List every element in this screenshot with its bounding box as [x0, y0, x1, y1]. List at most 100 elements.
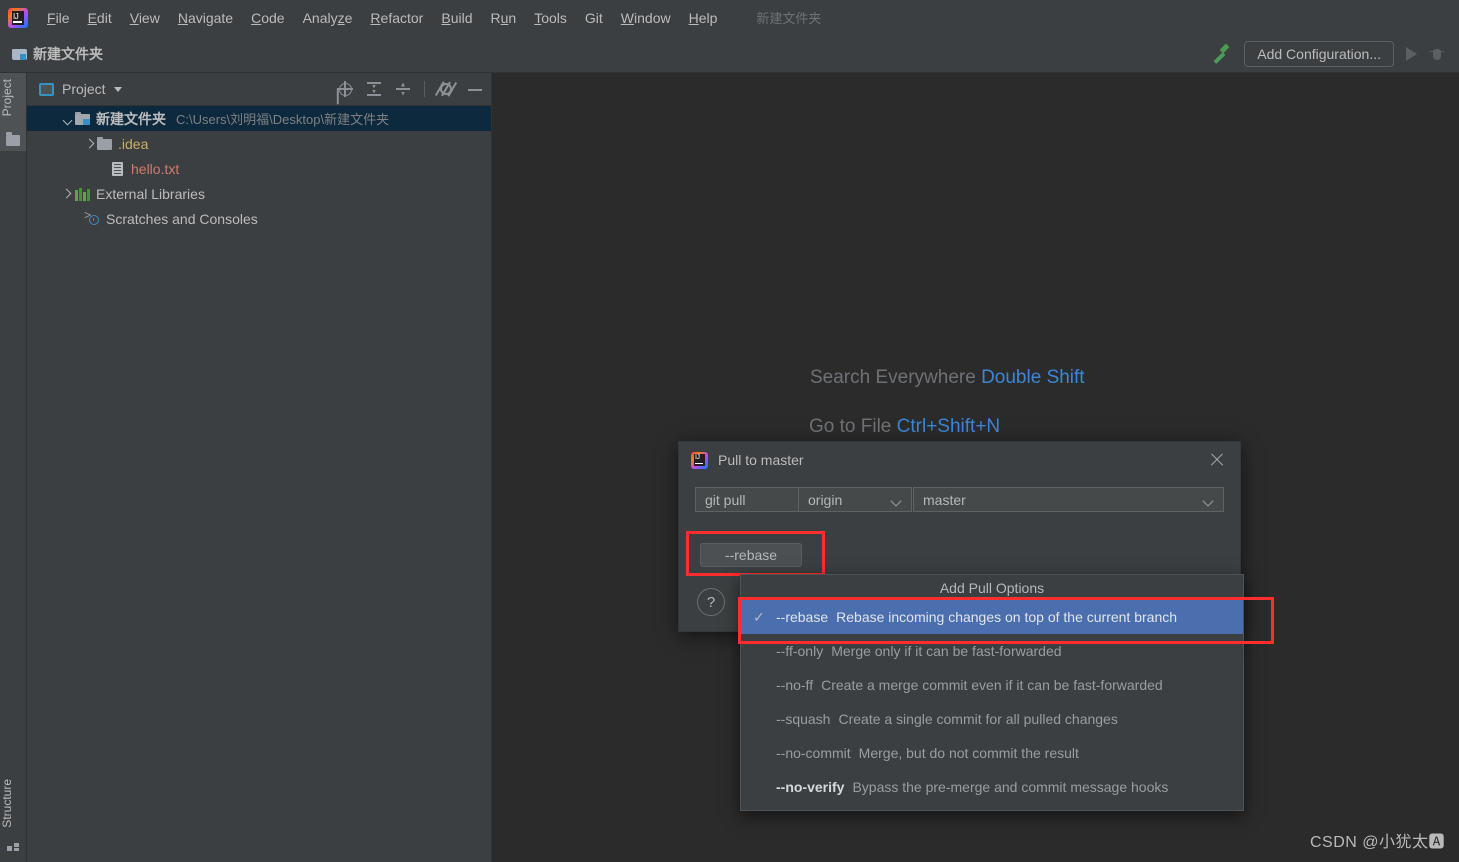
menu-item-view[interactable]: View — [121, 6, 169, 30]
window-title: 新建文件夹 — [756, 11, 822, 26]
chevron-right-icon[interactable] — [60, 187, 74, 201]
tool-window-button-structure-label: Structure — [0, 779, 14, 828]
scratches-icon — [84, 209, 100, 226]
pull-option-description: Merge, but do not commit the result — [858, 745, 1079, 761]
shortcut-action-label: Search Everywhere — [810, 367, 976, 388]
chevron-right-icon[interactable] — [83, 137, 97, 151]
collapse-all-icon[interactable] — [395, 81, 411, 97]
dialog-title-bar: Pull to master — [679, 442, 1240, 478]
minus-icon[interactable] — [467, 81, 483, 97]
toolbar-divider — [424, 81, 425, 97]
check-icon: ✓ — [753, 608, 765, 625]
toolbar-right: Add Configuration... — [1210, 40, 1459, 67]
expand-all-icon[interactable] — [366, 81, 382, 97]
tree-row[interactable]: External Libraries — [27, 181, 491, 206]
shortcut-key-label: Double Shift — [981, 367, 1085, 388]
pull-options-list: ✓ --rebase Rebase incoming changes on to… — [741, 600, 1243, 810]
pull-option-item-ff-only[interactable]: --ff-only Merge only if it can be fast-f… — [741, 634, 1243, 668]
project-panel-header: Project — [27, 73, 491, 106]
menu-item-analyze[interactable]: Analyze — [294, 6, 362, 30]
project-tool-window: Project 新建文件夹 C:\Users\刘明福\Desktop\新建文件夹… — [27, 73, 492, 862]
menu-item-refactor[interactable]: Refactor — [361, 6, 432, 30]
watermark: CSDN @小犹太🅰 — [1309, 834, 1445, 851]
remote-select[interactable]: origin — [798, 487, 912, 512]
pull-option-flag: --no-commit — [776, 745, 851, 761]
pull-option-description: Create a single commit for all pulled ch… — [838, 711, 1118, 727]
tree-item-path: C:\Users\刘明福\Desktop\新建文件夹 — [176, 112, 390, 127]
tree-item-label: .idea — [118, 135, 149, 152]
left-tool-strip: Project Structure — [0, 73, 27, 862]
branch-select[interactable]: master — [913, 487, 1224, 512]
menu-item-file[interactable]: File — [38, 6, 79, 30]
tree-row[interactable]: hello.txt — [27, 156, 491, 181]
build-hammer-icon[interactable] — [1210, 43, 1232, 65]
pull-option-flag: --squash — [776, 711, 831, 727]
close-icon[interactable] — [1208, 451, 1226, 469]
folder-icon — [6, 132, 20, 146]
add-pull-options-popup: Add Pull Options ✓ --rebase Rebase incom… — [740, 574, 1244, 811]
chevron-down-icon[interactable] — [61, 112, 75, 126]
intellij-logo-icon — [8, 7, 28, 28]
pull-option-item-squash[interactable]: --squash Create a single commit for all … — [741, 702, 1243, 736]
menu-item-build[interactable]: Build — [432, 6, 481, 30]
menu-item-window[interactable]: Window — [612, 6, 680, 30]
pull-option-description: Rebase incoming changes on top of the cu… — [836, 609, 1178, 625]
pull-option-flag: --rebase — [776, 609, 829, 625]
pull-option-description: Bypass the pre-merge and commit message … — [852, 779, 1169, 795]
menu-item-run[interactable]: Run — [482, 6, 526, 30]
menu-item-help[interactable]: Help — [680, 6, 727, 30]
menu-item-edit[interactable]: Edit — [79, 6, 121, 30]
remote-select-value: origin — [808, 491, 843, 508]
pull-option-flag: --no-verify — [776, 779, 845, 795]
project-panel-toolbar — [337, 81, 483, 97]
pull-command-row: git pull origin master — [695, 487, 1224, 512]
menu-item-navigate[interactable]: Navigate — [169, 6, 242, 30]
dialog-title: Pull to master — [718, 452, 804, 468]
chevron-down-icon — [1204, 497, 1213, 506]
pull-option-flag: --ff-only — [776, 643, 824, 659]
tree-row[interactable]: .idea — [27, 131, 491, 156]
tree-row[interactable]: Scratches and Consoles — [27, 206, 491, 231]
intellij-logo-icon — [691, 451, 708, 469]
pull-option-item-no-verify[interactable]: --no-verify Bypass the pre-merge and com… — [741, 770, 1243, 804]
pull-option-item-no-commit[interactable]: --no-commit Merge, but do not commit the… — [741, 736, 1243, 770]
tool-window-button-project-label: Project — [0, 79, 14, 117]
pull-option-description: Create a merge commit even if it can be … — [821, 677, 1163, 693]
tree-row[interactable]: 新建文件夹 C:\Users\刘明福\Desktop\新建文件夹 — [27, 106, 491, 131]
shortcut-key-label: Ctrl+Shift+N — [896, 416, 1001, 437]
navigation-bar: 新建文件夹 Add Configuration... — [0, 35, 1459, 73]
tree-item-label: Scratches and Consoles — [106, 210, 258, 227]
pull-option-chip-rebase[interactable]: --rebase — [700, 543, 802, 567]
shortcut-action-label: Go to File — [809, 416, 892, 437]
popup-header-label: Add Pull Options — [741, 575, 1243, 600]
add-configuration-button[interactable]: Add Configuration... — [1244, 40, 1394, 67]
menu-item-git[interactable]: Git — [576, 6, 612, 30]
debug-bug-icon[interactable] — [1429, 46, 1445, 62]
breadcrumb[interactable]: 新建文件夹 — [12, 44, 103, 64]
structure-blocks-icon — [7, 843, 20, 851]
target-icon[interactable] — [337, 81, 353, 97]
folder-module-icon — [12, 47, 27, 60]
project-tree: 新建文件夹 C:\Users\刘明福\Desktop\新建文件夹 .idea h… — [27, 106, 491, 231]
pull-option-flag: --no-ff — [776, 677, 814, 693]
tree-item-label: External Libraries — [96, 185, 205, 202]
tree-item-label: hello.txt — [131, 160, 180, 177]
branch-select-value: master — [923, 491, 966, 508]
library-icon — [74, 187, 90, 201]
menu-bar: File Edit View Navigate Code Analyze Ref… — [0, 0, 1459, 35]
gear-icon[interactable] — [438, 81, 454, 97]
run-triangle-icon[interactable] — [1406, 46, 1417, 61]
pull-option-description: Merge only if it can be fast-forwarded — [831, 643, 1062, 659]
chevron-down-icon — [892, 497, 901, 506]
folder-module-icon — [75, 112, 90, 125]
menu-item-tools[interactable]: Tools — [525, 6, 576, 30]
tree-item-label: 新建文件夹 — [96, 110, 166, 127]
menu-item-code[interactable]: Code — [242, 6, 293, 30]
file-icon — [111, 161, 125, 176]
git-command-label: git pull — [695, 487, 799, 512]
help-button[interactable]: ? — [697, 588, 725, 616]
pull-option-item-rebase[interactable]: ✓ --rebase Rebase incoming changes on to… — [741, 600, 1243, 634]
chevron-down-icon[interactable] — [113, 86, 122, 92]
shortcut-hint-go-to-file: Go to File Ctrl+Shift+N — [809, 416, 1000, 438]
pull-option-item-no-ff[interactable]: --no-ff Create a merge commit even if it… — [741, 668, 1243, 702]
